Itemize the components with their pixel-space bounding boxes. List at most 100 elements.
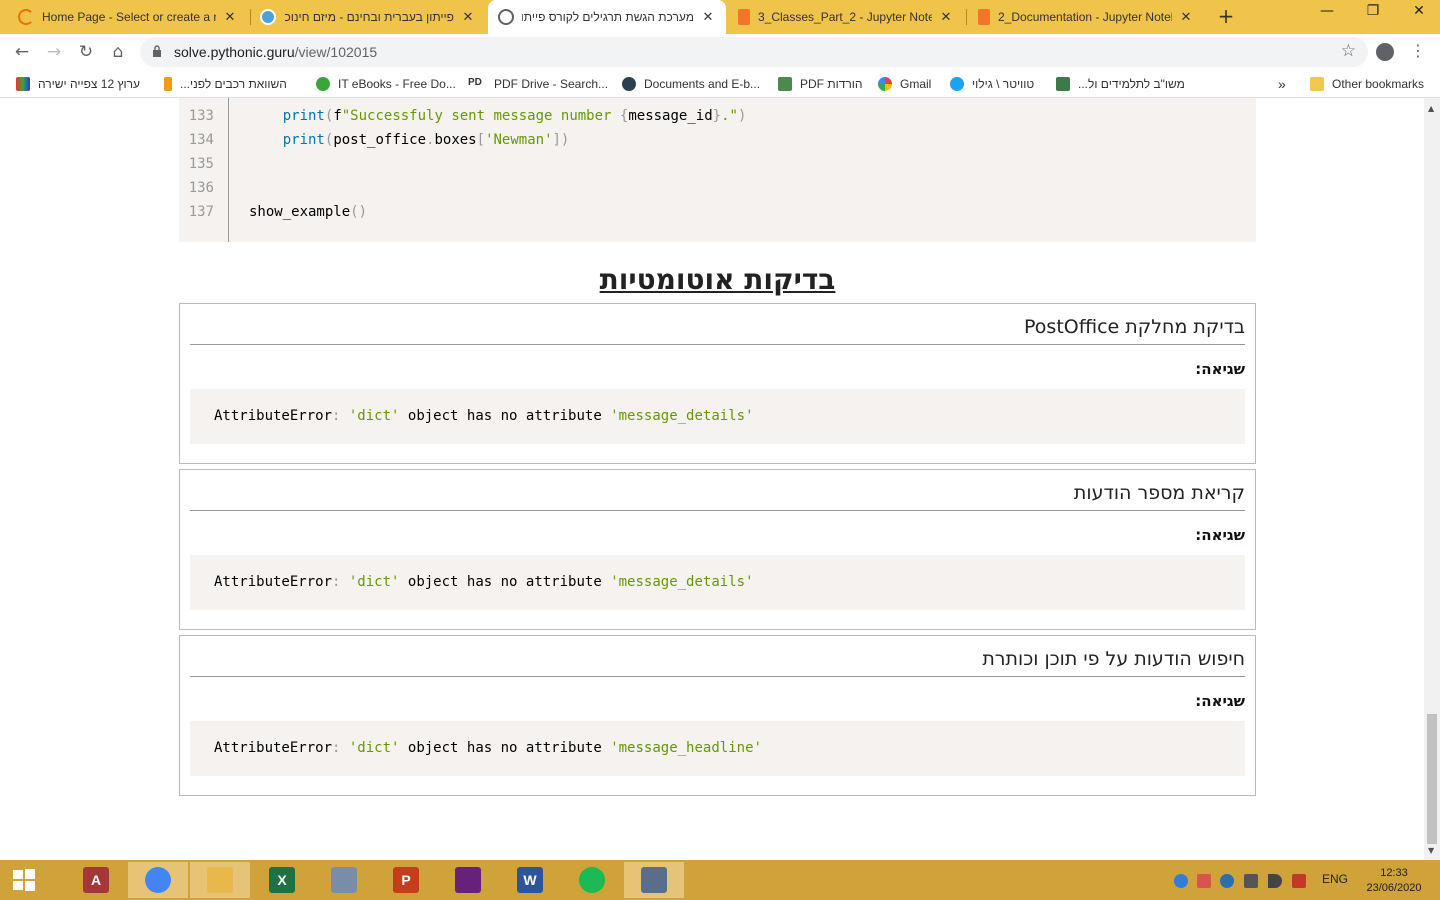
taskbar-calculator[interactable] <box>314 862 374 898</box>
channel12-icon <box>16 77 30 91</box>
error-message: object has no attribute <box>407 574 602 590</box>
tab-documentation-notebook[interactable]: 2_Documentation - Jupyter Notebo ✕ <box>968 0 1204 34</box>
bookmark-star-icon[interactable]: ☆ <box>1341 41 1356 61</box>
close-window-button[interactable]: ✕ <box>1396 0 1440 30</box>
globe-icon <box>260 9 276 25</box>
taskbar-excel[interactable]: X <box>252 862 312 898</box>
volume-icon[interactable] <box>1268 874 1282 888</box>
close-icon[interactable]: ✕ <box>460 9 476 25</box>
clock[interactable]: 12:33 23/06/2020 <box>1362 866 1426 896</box>
taskbar-access[interactable]: A <box>66 862 126 898</box>
code-token: . <box>721 108 730 124</box>
access-icon: A <box>83 867 109 893</box>
code-text: print(post_office.boxes['Newman']) <box>249 128 570 152</box>
tab-title: פייתון בעברית ובחינם - מיזם חינוכי <box>284 10 454 24</box>
documents-icon <box>622 77 636 91</box>
onedrive-icon[interactable] <box>1174 874 1188 888</box>
bookmark-item[interactable]: טוויטר \ גילוי <box>950 75 1034 93</box>
close-icon[interactable]: ✕ <box>1178 9 1194 25</box>
back-button[interactable]: ← <box>8 38 36 66</box>
tab-classes-notebook[interactable]: 3_Classes_Part_2 - Jupyter Noteb ✕ <box>728 0 964 34</box>
line-number: 135 <box>188 156 214 172</box>
tab-home-page[interactable]: Home Page - Select or create a n ✕ <box>8 0 248 34</box>
test-title: קריאת מספר הודעות <box>1073 482 1245 504</box>
bookmark-item[interactable]: PD PDF Drive - Search... <box>468 75 608 93</box>
bookmark-item[interactable]: הורדות PDF <box>778 75 863 93</box>
scroll-down-icon[interactable]: ▼ <box>1428 846 1434 855</box>
error-message: object has no attribute <box>407 408 602 424</box>
code-line: 137 show_example() <box>179 200 1256 224</box>
bookmark-item[interactable]: משו"ב לתלמידים ול... <box>1056 75 1185 93</box>
menu-kebab-icon[interactable]: ⋮ <box>1410 41 1426 61</box>
powerpoint-icon: P <box>393 867 419 893</box>
home-button[interactable]: ⌂ <box>104 38 132 66</box>
code-text: show_example() <box>249 200 367 224</box>
tab-solve[interactable]: מערכת הגשת תרגילים לקורס פייתון ✕ <box>488 0 726 34</box>
tab-pythonic[interactable]: פייתון בעברית ובחינם - מיזם חינוכי ✕ <box>250 0 486 34</box>
code-token: print <box>282 108 325 124</box>
file-explorer-icon <box>207 867 233 893</box>
taskbar-powerpoint[interactable]: P <box>376 862 436 898</box>
error-label: שגיאה: <box>1195 692 1245 710</box>
scroll-up-icon[interactable]: ▲ <box>1428 104 1434 113</box>
error-colon: : <box>332 740 349 756</box>
test-result-card: בדיקת מחלקת PostOffice שגיאה: AttributeErr… <box>179 303 1256 464</box>
code-token: " <box>729 108 738 124</box>
network-icon[interactable] <box>1244 874 1258 888</box>
bookmarks-overflow-button[interactable]: » <box>1278 75 1286 93</box>
scrollbar-thumb[interactable] <box>1427 714 1437 844</box>
bookmark-label: השוואת רכבים לפני... <box>180 77 287 91</box>
tab-title: Home Page - Select or create a n <box>42 10 216 24</box>
taskbar-visual-studio[interactable] <box>438 862 498 898</box>
code-token: ) <box>737 108 747 124</box>
bookmark-label: Gmail <box>900 77 932 91</box>
close-icon[interactable]: ✕ <box>938 9 954 25</box>
code-line: 134 print(post_office.boxes['Newman']) <box>179 128 1256 152</box>
language-indicator[interactable]: ENG <box>1322 872 1348 886</box>
excel-icon: X <box>269 867 295 893</box>
vertical-scrollbar[interactable]: ▲ ▼ <box>1424 98 1440 860</box>
pdf-drive-icon: PD <box>468 77 486 91</box>
reload-button[interactable]: ↻ <box>72 38 100 66</box>
bookmark-item[interactable]: ערוץ 12 צפייה ישירה <box>16 75 140 93</box>
restore-button[interactable]: ❐ <box>1350 0 1396 30</box>
line-number: 134 <box>188 132 214 148</box>
code-token: message_id <box>628 108 713 124</box>
visual-studio-icon <box>455 867 481 893</box>
bookmark-item[interactable]: Documents and E-b... <box>622 75 760 93</box>
forward-button[interactable]: → <box>40 38 68 66</box>
tray-e-icon[interactable] <box>1220 874 1234 888</box>
error-object-type: 'dict' <box>348 408 400 424</box>
profile-avatar[interactable] <box>1376 43 1394 61</box>
error-label: שגיאה: <box>1195 526 1245 544</box>
taskbar-word[interactable]: W <box>500 862 560 898</box>
tab-title: 2_Documentation - Jupyter Notebo <box>998 10 1172 24</box>
close-icon[interactable]: ✕ <box>222 9 238 25</box>
code-text: print(f"Successfuly sent message number … <box>249 104 747 128</box>
taskbar-chrome[interactable] <box>128 862 188 898</box>
code-token: [ <box>476 132 486 148</box>
code-token: show_example <box>249 204 351 220</box>
notebook-icon <box>978 9 990 25</box>
tab-title: מערכת הגשת תרגילים לקורס פייתון <box>522 10 694 24</box>
code-token: "Successfuly sent message number <box>341 108 620 124</box>
taskbar-spotify[interactable] <box>562 862 622 898</box>
minimize-button[interactable]: — <box>1304 0 1350 30</box>
address-bar[interactable]: solve.pythonic.guru/view/102015 ☆ <box>140 37 1368 67</box>
test-title: בדיקת מחלקת PostOffice <box>1024 316 1245 338</box>
bookmark-item[interactable]: IT eBooks - Free Do... <box>316 75 456 93</box>
error-type: AttributeError <box>214 574 333 590</box>
taskbar-file-explorer[interactable] <box>190 862 250 898</box>
other-bookmarks[interactable]: Other bookmarks <box>1310 75 1424 93</box>
taskbar-window-app[interactable] <box>624 862 684 898</box>
bookmark-item[interactable]: Gmail <box>878 75 931 93</box>
url-path: /view/102015 <box>294 44 378 60</box>
code-block: 133 print(f"Successfuly sent message num… <box>179 98 1256 242</box>
start-button[interactable] <box>0 862 48 898</box>
security-warning-icon[interactable] <box>1292 874 1306 888</box>
tray-app-icon[interactable] <box>1197 874 1211 888</box>
bookmark-label: Documents and E-b... <box>644 77 761 91</box>
new-tab-button[interactable]: + <box>1214 5 1238 29</box>
bookmark-item[interactable]: השוואת רכבים לפני... <box>164 75 287 93</box>
close-icon[interactable]: ✕ <box>700 9 716 25</box>
